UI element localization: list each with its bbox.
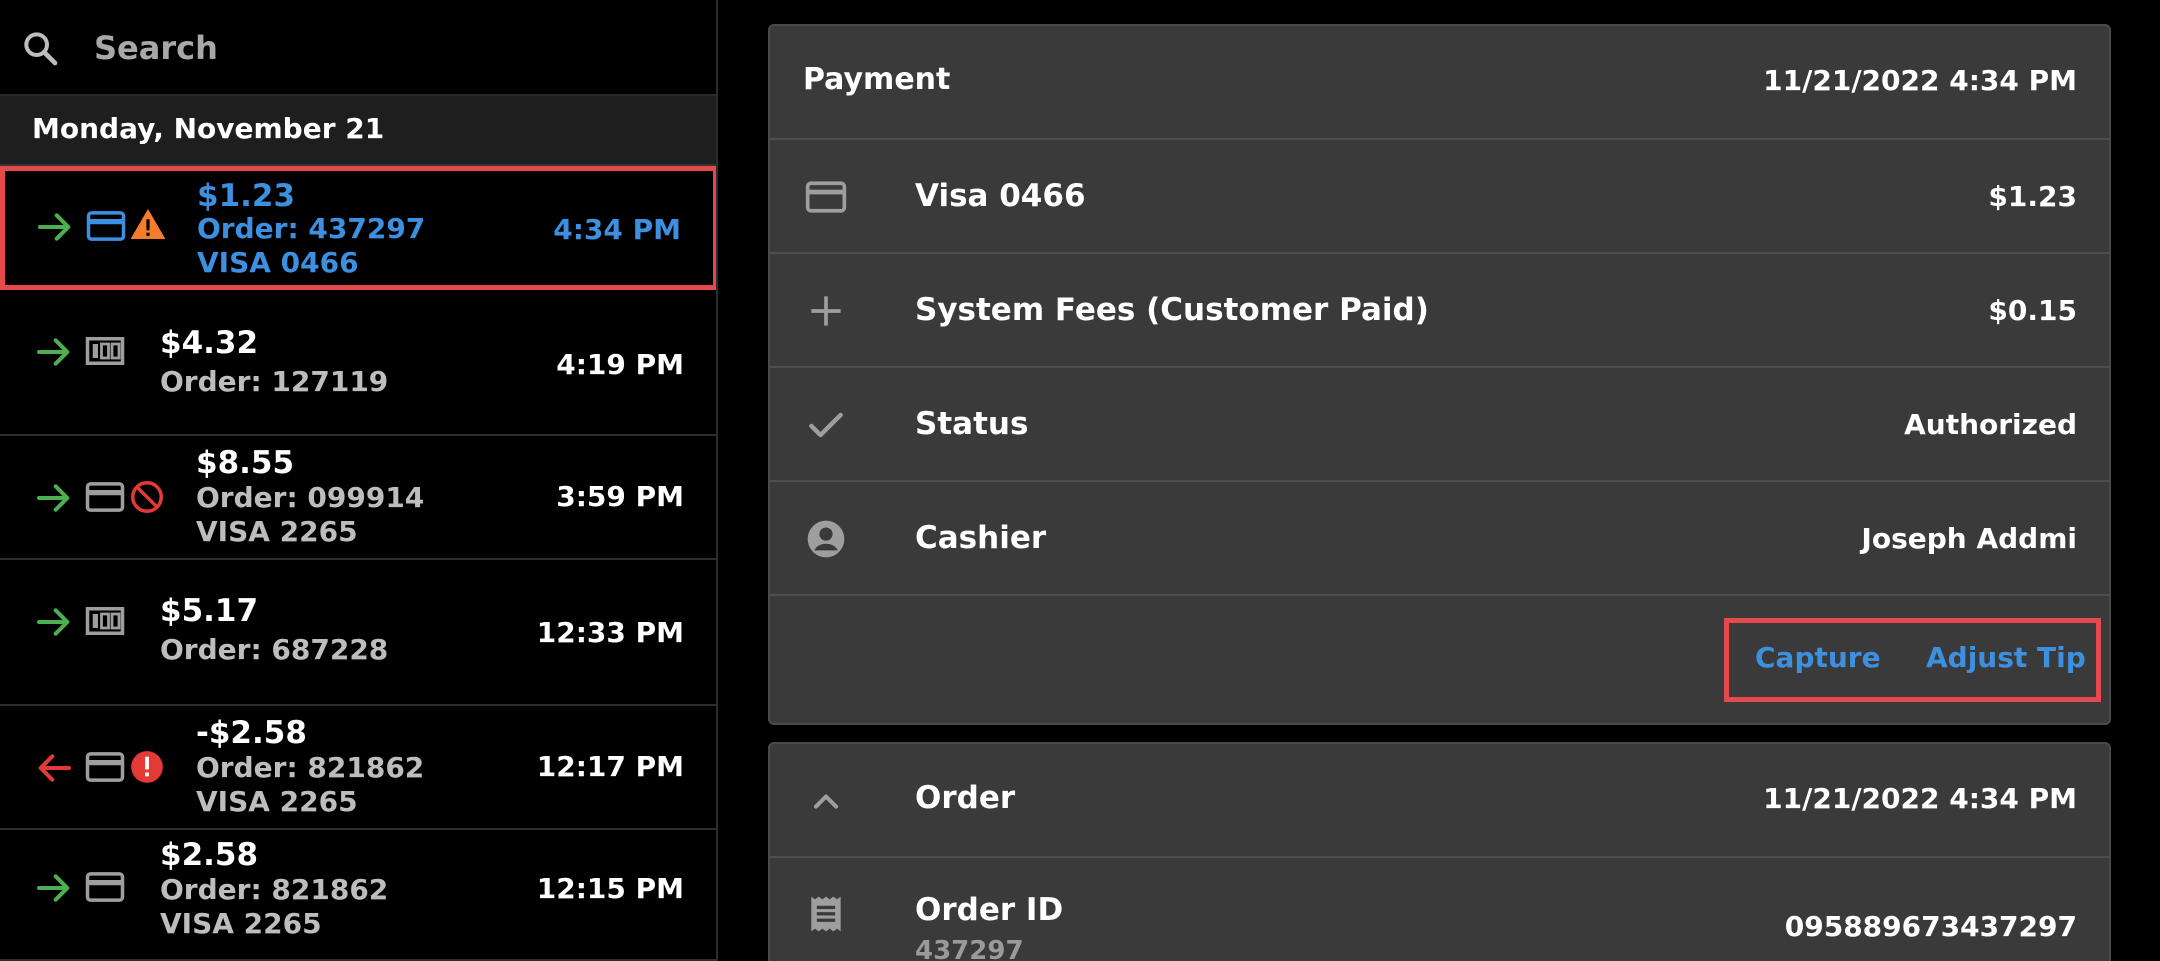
capture-button[interactable]: Capture — [1755, 641, 1881, 674]
transaction-order: Order: 821862 — [160, 873, 389, 906]
payment-method-label: Visa 0466 — [915, 178, 1086, 214]
transaction-amount: $1.23 — [197, 178, 296, 214]
transaction-card: VISA 2265 — [196, 515, 358, 548]
adjust-tip-button[interactable]: Adjust Tip — [1926, 641, 2086, 674]
cash-icon — [85, 337, 125, 365]
error-icon — [131, 751, 163, 783]
transaction-card: VISA 0466 — [197, 246, 359, 279]
search-icon[interactable] — [20, 28, 60, 68]
payment-actions: Capture Adjust Tip — [1724, 618, 2101, 702]
credit-card-icon — [86, 211, 126, 241]
transaction-order: Order: 437297 — [197, 212, 426, 245]
order-id-sub: 437297 — [915, 936, 1024, 961]
receipt-icon — [811, 896, 841, 932]
transaction-order: Order: 687228 — [160, 633, 389, 666]
credit-card-icon — [85, 752, 125, 782]
transaction-time: 12:17 PM — [536, 750, 684, 783]
arrow-right-icon — [37, 608, 70, 636]
order-id-label: Order ID — [915, 892, 1064, 928]
system-fees-label: System Fees (Customer Paid) — [915, 292, 1429, 328]
blocked-icon — [131, 481, 163, 513]
cashier-label: Cashier — [915, 520, 1047, 556]
transaction-list-panel: Monday, November 21 $1.23 Order: 437297 … — [0, 0, 718, 961]
transaction-item[interactable]: -$2.58 Order: 821862 VISA 2265 12:17 PM — [0, 706, 716, 830]
cash-icon — [85, 607, 125, 635]
payment-datetime: 11/21/2022 4:34 PM — [1763, 64, 2077, 97]
transaction-time: 4:19 PM — [556, 348, 684, 381]
transaction-card: VISA 2265 — [160, 907, 322, 940]
credit-card-icon — [805, 181, 847, 213]
check-icon — [809, 412, 843, 438]
chevron-up-icon[interactable] — [804, 780, 848, 824]
order-datetime: 11/21/2022 4:34 PM — [1763, 782, 2077, 815]
warning-icon — [130, 208, 166, 240]
order-id-row: Order ID 437297 095889673437297 — [770, 858, 2109, 961]
status-row: Status Authorized — [770, 368, 2109, 482]
date-header-label: Monday, November 21 — [32, 112, 385, 145]
cashier-row: Cashier Joseph Addmi — [770, 482, 2109, 596]
arrow-right-icon — [37, 338, 70, 366]
transaction-time: 12:33 PM — [536, 616, 684, 649]
payment-method-value: $1.23 — [1988, 180, 2077, 213]
transaction-order: Order: 127119 — [160, 365, 389, 398]
transaction-time: 4:34 PM — [553, 213, 681, 246]
plus-icon — [811, 296, 841, 326]
order-details-card: Order 11/21/2022 4:34 PM Order ID 437297… — [768, 742, 2111, 961]
system-fees-row: System Fees (Customer Paid) $0.15 — [770, 254, 2109, 368]
transaction-amount: $5.17 — [160, 593, 259, 629]
transaction-time: 12:15 PM — [536, 872, 684, 905]
payment-title: Payment — [803, 62, 951, 97]
status-value: Authorized — [1904, 408, 2077, 441]
transaction-amount: $2.58 — [160, 837, 259, 873]
search-bar — [0, 0, 716, 96]
transaction-card: VISA 2265 — [196, 785, 358, 818]
transaction-amount: $4.32 — [160, 325, 259, 361]
payment-header: Payment 11/21/2022 4:34 PM — [770, 26, 2109, 140]
credit-card-icon — [85, 482, 125, 512]
transaction-item[interactable]: $8.55 Order: 099914 VISA 2265 3:59 PM — [0, 436, 716, 560]
order-title: Order — [915, 780, 1016, 816]
payment-details-card: Payment 11/21/2022 4:34 PM Visa 0466 $1.… — [768, 24, 2111, 725]
credit-card-icon — [85, 872, 125, 902]
transaction-item[interactable]: $2.58 Order: 821862 VISA 2265 12:15 PM — [0, 830, 716, 961]
transaction-amount: $8.55 — [196, 445, 295, 481]
system-fees-value: $0.15 — [1988, 294, 2077, 327]
transaction-order: Order: 821862 — [196, 751, 425, 784]
arrow-left-icon — [38, 754, 71, 782]
transaction-item-selected[interactable]: $1.23 Order: 437297 VISA 0466 4:34 PM — [0, 166, 716, 290]
transaction-time: 3:59 PM — [556, 480, 684, 513]
status-label: Status — [915, 406, 1029, 442]
date-section-header: Monday, November 21 — [0, 96, 716, 166]
payment-method-row: Visa 0466 $1.23 — [770, 140, 2109, 254]
arrow-right-icon — [37, 874, 70, 902]
transaction-item[interactable]: $4.32 Order: 127119 4:19 PM — [0, 290, 716, 436]
transaction-order: Order: 099914 — [196, 481, 425, 514]
account-circle-icon — [807, 520, 845, 558]
arrow-right-icon — [37, 484, 70, 512]
transaction-amount: -$2.58 — [196, 715, 307, 751]
order-id-value: 095889673437297 — [1784, 910, 2077, 943]
search-input[interactable] — [94, 22, 654, 74]
arrow-right-icon — [38, 213, 71, 241]
order-header[interactable]: Order 11/21/2022 4:34 PM — [770, 744, 2109, 858]
transaction-item[interactable]: $5.17 Order: 687228 12:33 PM — [0, 560, 716, 706]
cashier-value: Joseph Addmi — [1861, 522, 2077, 555]
